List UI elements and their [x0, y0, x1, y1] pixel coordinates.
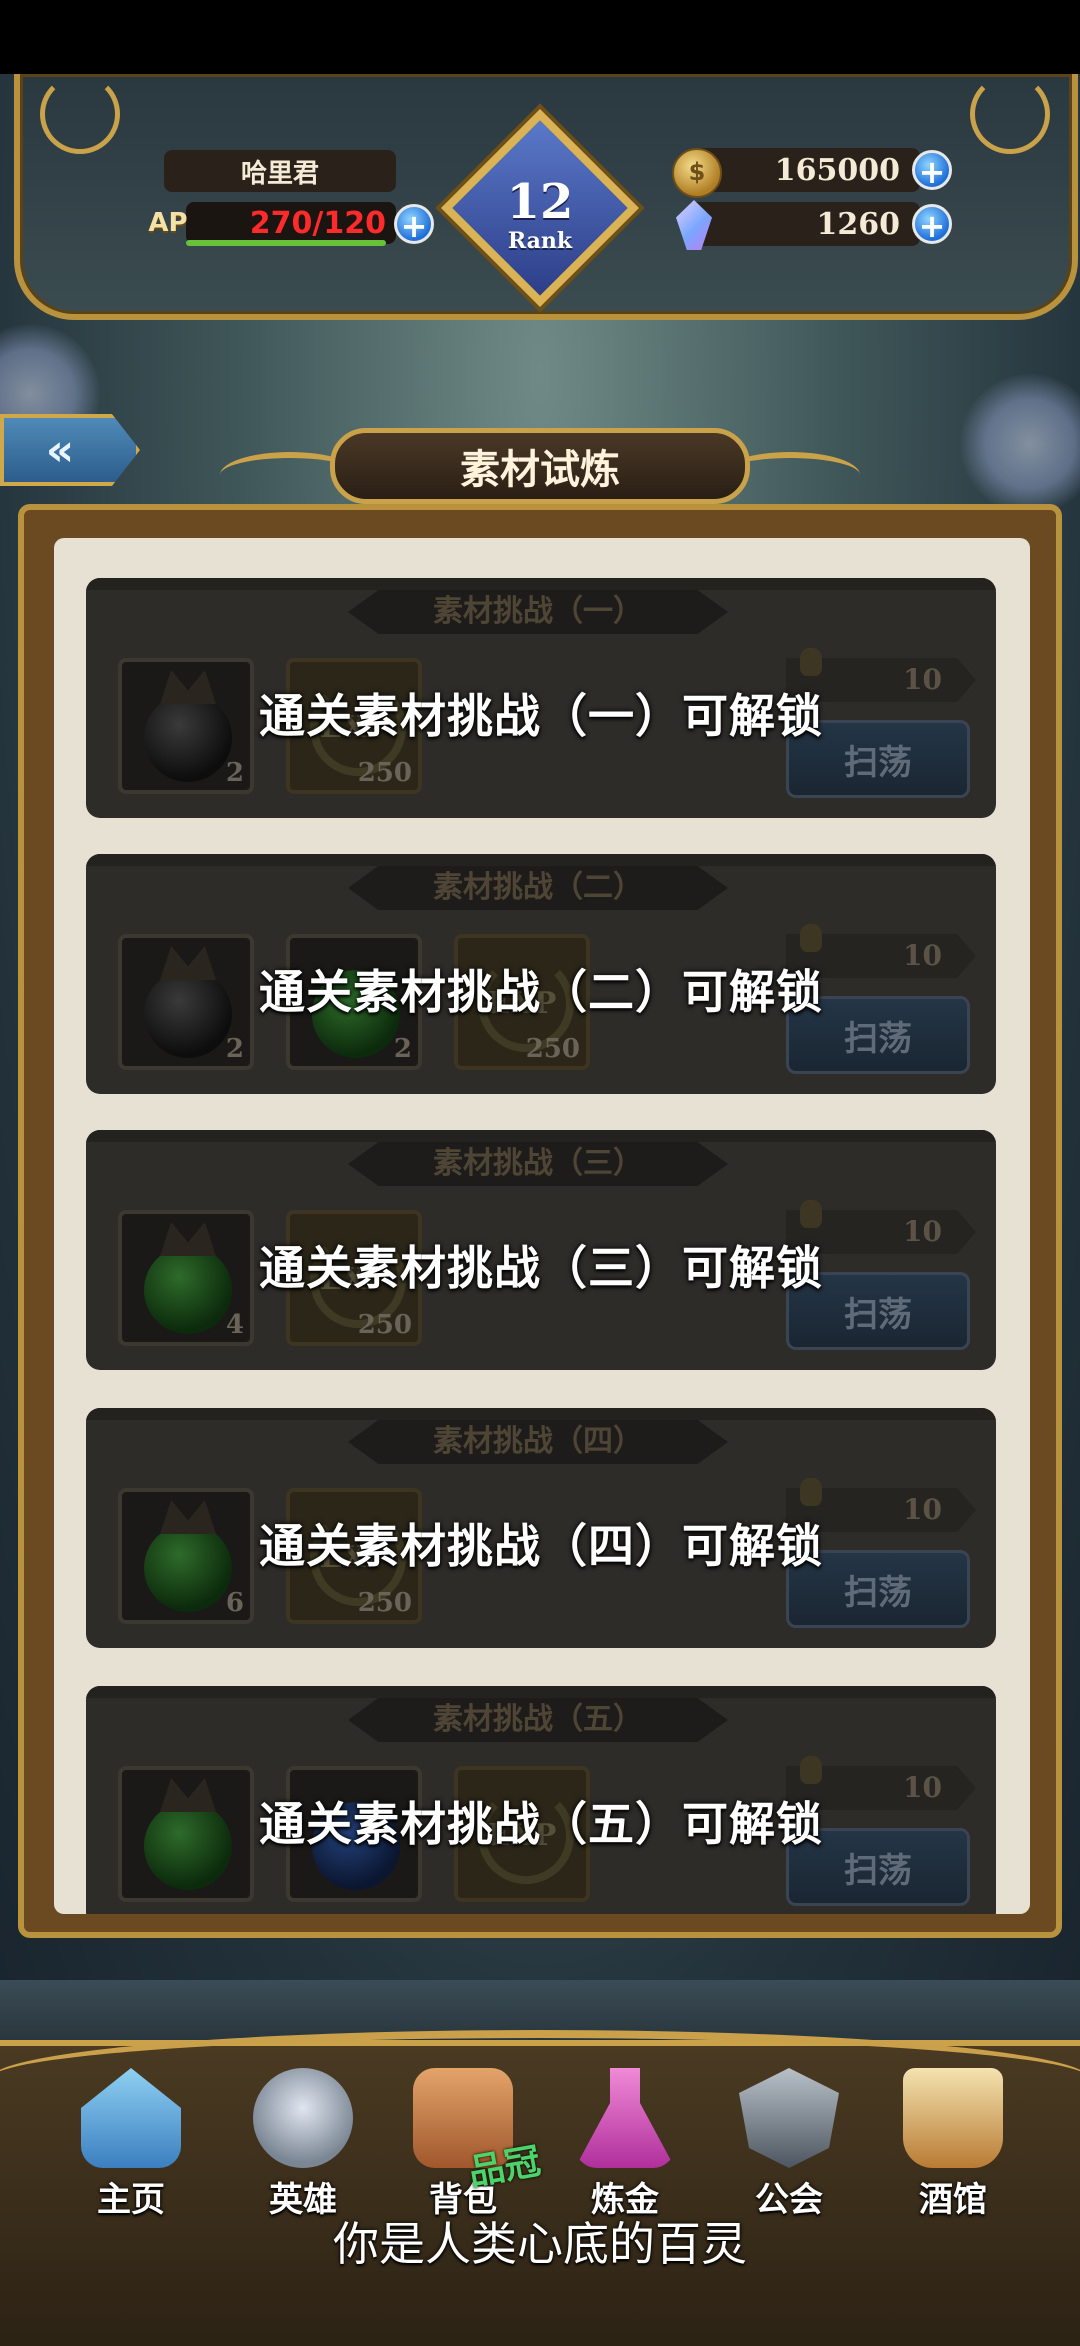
crystal-counter: 1260: [690, 202, 920, 246]
potion-cost-icon: [800, 1756, 822, 1784]
rank-number: 12: [506, 174, 574, 230]
add-crystal-button[interactable]: +: [912, 204, 952, 245]
potion-cost-icon: [800, 1200, 822, 1228]
ap-counter: 270/120: [186, 202, 396, 244]
challenge-tab: 素材挑战（四）: [348, 1420, 728, 1464]
nav-heroes[interactable]: 英雄: [228, 2060, 378, 2220]
challenge-tab: 素材挑战（一）: [348, 590, 728, 634]
beer-mug-icon: [903, 2068, 1003, 2168]
reward-quantity: 2: [393, 1034, 412, 1064]
challenge-card[interactable]: 素材挑战（一） 2 EXP 250 10 扫荡 通关素材挑战（一）可解锁: [86, 578, 996, 818]
header-ornament: [40, 74, 120, 154]
rank-label: Rank: [507, 228, 573, 254]
player-name: 哈里君: [164, 150, 396, 192]
castle-icon: [81, 2068, 181, 2168]
header-ornament: [970, 74, 1050, 154]
challenge-card[interactable]: 素材挑战（二） 2 2 EXP 250 10 扫荡 通关素材挑战（二）可解锁: [86, 854, 996, 1094]
reward-quantity: 250: [357, 1588, 412, 1618]
challenge-tab: 素材挑战（三）: [348, 1142, 728, 1186]
reward-quantity: 2: [225, 758, 244, 788]
nav-home[interactable]: 主页: [56, 2060, 206, 2220]
challenge-card[interactable]: 素材挑战（五） EXP 10 扫荡 通关素材挑战（五）可解锁: [86, 1686, 996, 1914]
back-button[interactable]: «: [0, 414, 140, 486]
nav-guild[interactable]: 公会: [714, 2060, 864, 2220]
gold-coin-icon: $: [672, 148, 722, 198]
double-chevron-left-icon: «: [45, 424, 75, 476]
potion-cost-icon: [800, 648, 822, 676]
video-subtitle: 你是人类心底的百灵: [333, 2217, 747, 2271]
challenge-tab: 素材挑战（二）: [348, 866, 728, 910]
page-title: 素材试炼: [330, 428, 750, 504]
nav-alchemy[interactable]: 炼金: [550, 2060, 700, 2220]
potion-cost-icon: [800, 1478, 822, 1506]
challenge-card[interactable]: 素材挑战（三） 4 EXP 250 10 扫荡 通关素材挑战（三）可解锁: [86, 1130, 996, 1370]
reward-quantity: 250: [525, 1034, 580, 1064]
add-gold-button[interactable]: +: [912, 150, 952, 191]
flower-decoration: [960, 374, 1080, 514]
unlock-requirement: 通关素材挑战（五）可解锁: [259, 1797, 823, 1851]
challenge-card[interactable]: 素材挑战（四） 6 EXP 250 10 扫荡 通关素材挑战（四）可解锁: [86, 1408, 996, 1648]
gold-counter: 165000: [690, 148, 920, 192]
unlock-requirement: 通关素材挑战（四）可解锁: [259, 1519, 823, 1573]
reward-quantity: 4: [225, 1310, 244, 1340]
add-ap-button[interactable]: +: [394, 204, 434, 245]
potion-cost-icon: [800, 924, 822, 952]
challenge-tab: 素材挑战（五）: [348, 1698, 728, 1742]
nav-tavern[interactable]: 酒馆: [878, 2060, 1028, 2220]
guild-shield-icon: [739, 2068, 839, 2168]
unlock-requirement: 通关素材挑战（一）可解锁: [259, 689, 823, 743]
ap-icon: AP: [148, 208, 188, 238]
unlock-requirement: 通关素材挑战（二）可解锁: [259, 965, 823, 1019]
potion-icon: [575, 2068, 675, 2168]
helmet-icon: [253, 2068, 353, 2168]
reward-quantity: 6: [225, 1588, 244, 1618]
reward-quantity: 2: [225, 1034, 244, 1064]
reward-quantity: 250: [357, 758, 412, 788]
challenge-list[interactable]: 素材挑战（一） 2 EXP 250 10 扫荡 通关素材挑战（一）可解锁 素材挑…: [54, 538, 1030, 1914]
ap-progress-bar: [186, 240, 386, 246]
status-bar: [0, 0, 1080, 74]
reward-quantity: 250: [357, 1310, 412, 1340]
unlock-requirement: 通关素材挑战（三）可解锁: [259, 1241, 823, 1295]
